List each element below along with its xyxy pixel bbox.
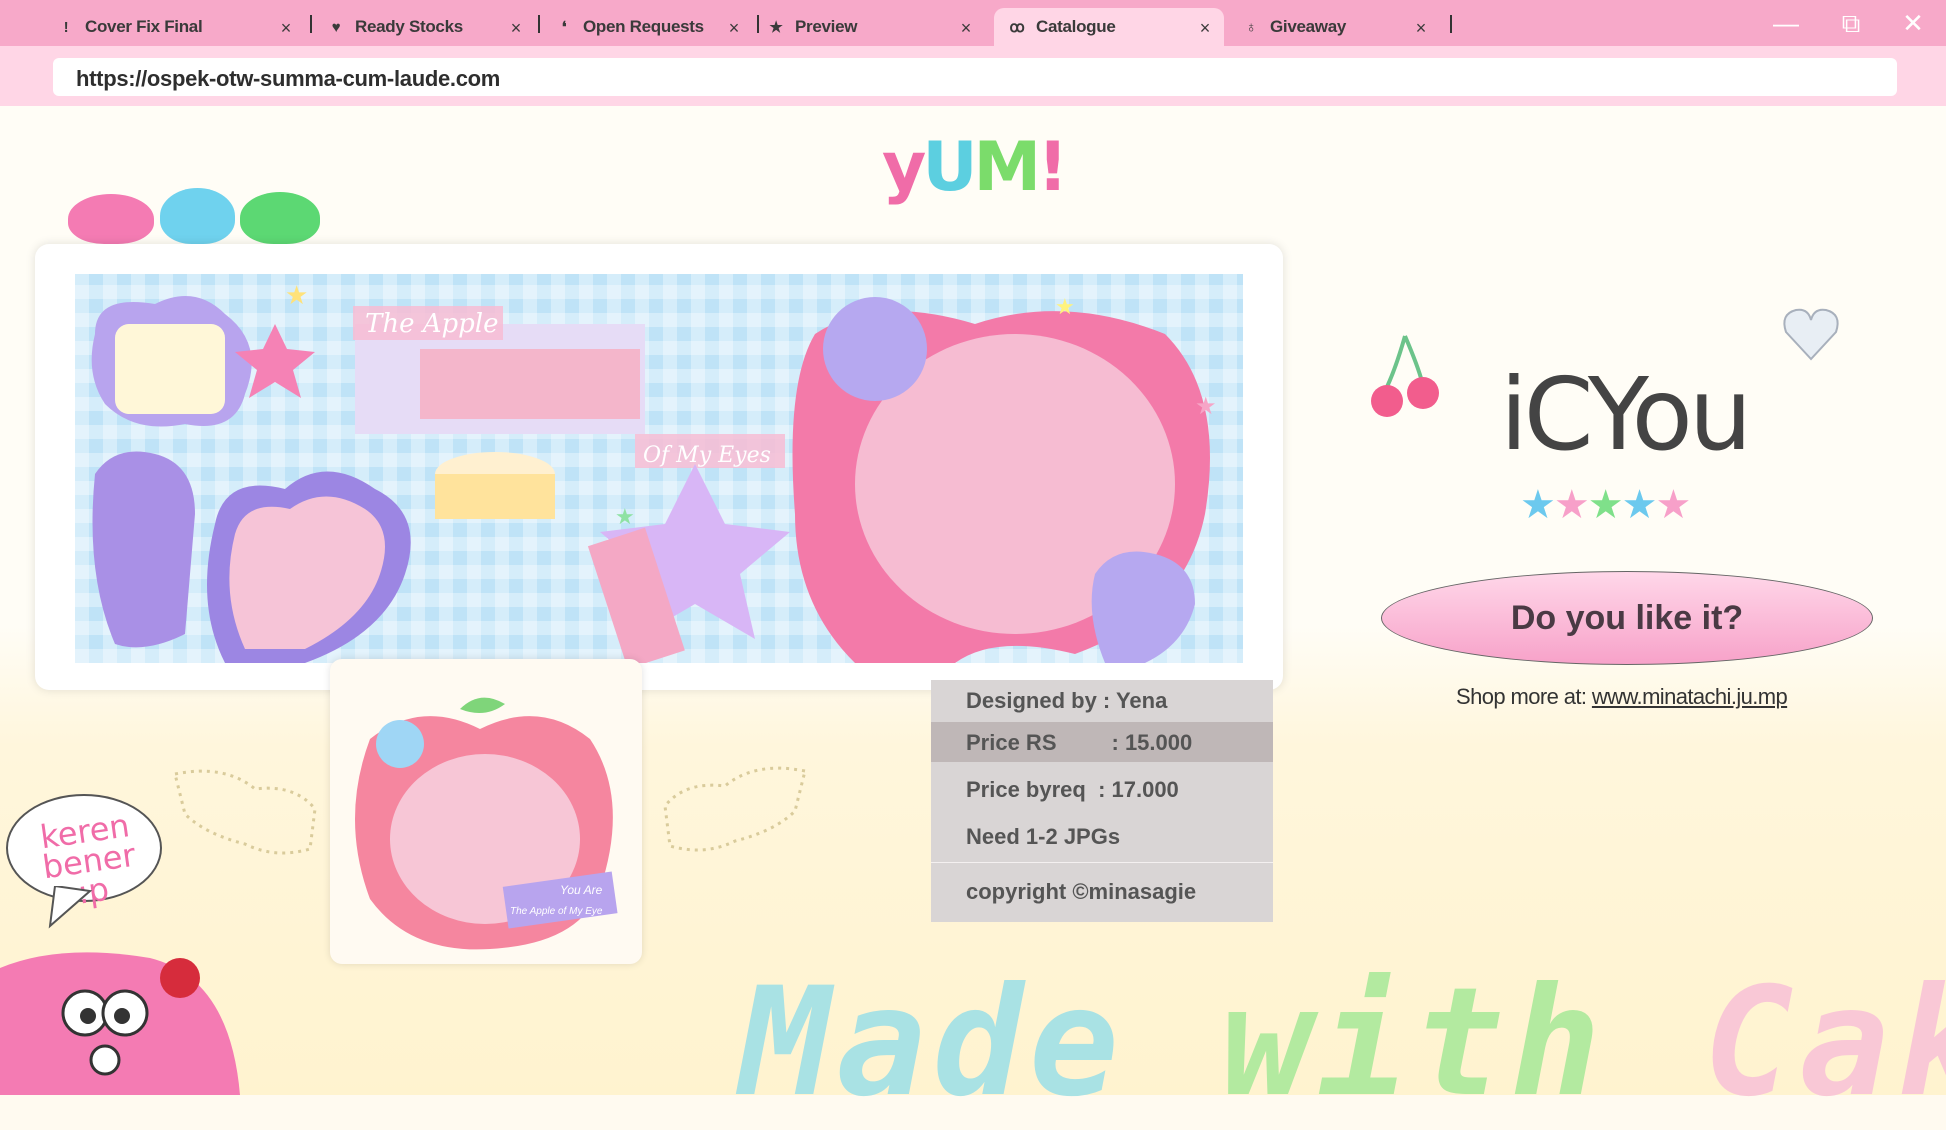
banner-image[interactable]: The Apple Of My Eyes ★ ★ ★ ★ bbox=[75, 274, 1243, 663]
gift-icon: ♁ bbox=[1245, 18, 1257, 36]
blue-slime-icon bbox=[160, 188, 235, 244]
address-bar-row: https://ospek-otw-summa-cum-laude.com bbox=[0, 46, 1946, 106]
yum-logo: yUM! bbox=[882, 128, 1068, 207]
tab-ready-stocks[interactable]: ♥ Ready Stocks × bbox=[325, 8, 535, 46]
star-sticker: ★ bbox=[1055, 294, 1075, 319]
tab-label: Giveaway bbox=[1270, 17, 1347, 36]
tab-label: Cover Fix Final bbox=[85, 17, 203, 36]
tab-giveaway[interactable]: ♁ Giveaway × bbox=[1240, 8, 1440, 46]
shop-prefix: Shop more at: bbox=[1456, 684, 1592, 709]
star-icon: ★ bbox=[1621, 483, 1658, 527]
price-rs: Price RS : 15.000 bbox=[966, 730, 1193, 755]
right-wing-icon bbox=[663, 766, 807, 852]
footer-word: with bbox=[1221, 956, 1704, 1130]
cherry-icon bbox=[1371, 335, 1439, 417]
star-icon: ★ bbox=[1587, 483, 1624, 527]
logo-letter: ! bbox=[1037, 128, 1068, 207]
quote-icon: ❛ bbox=[561, 19, 567, 36]
info-row: copyright ©minasagie bbox=[931, 871, 1273, 911]
close-window-icon[interactable]: ✕ bbox=[1893, 8, 1933, 39]
tab-separator bbox=[1450, 15, 1452, 33]
tab-separator bbox=[310, 15, 312, 33]
tab-cover-fix-final[interactable]: ! Cover Fix Final × bbox=[55, 8, 305, 46]
logo-letter: M bbox=[973, 128, 1042, 207]
cherry-icon: ꝏ bbox=[1009, 19, 1025, 36]
close-tab-icon[interactable]: × bbox=[1200, 18, 1211, 39]
leaf-icon bbox=[460, 697, 505, 713]
mascot-slime-icon bbox=[0, 952, 240, 1095]
shop-more-text: Shop more at: www.minatachi.ju.mp bbox=[1456, 684, 1788, 710]
heart-button-icon bbox=[1091, 551, 1195, 663]
diamond-heart-icon bbox=[1783, 308, 1839, 361]
bubble-tail bbox=[48, 886, 93, 929]
info-row: Designed by : Yena bbox=[931, 680, 1273, 720]
cake-body bbox=[435, 474, 555, 519]
exclamation-icon: ! bbox=[63, 18, 69, 36]
close-tab-icon[interactable]: × bbox=[729, 18, 740, 39]
close-tab-icon[interactable]: × bbox=[281, 18, 292, 39]
star-sticker: ★ bbox=[1195, 393, 1217, 420]
tab-separator bbox=[538, 15, 540, 33]
tab-open-requests[interactable]: ❛ Open Requests × bbox=[553, 8, 753, 46]
minimize-icon[interactable]: — bbox=[1766, 8, 1806, 39]
designed-by: Designed by : Yena bbox=[966, 688, 1168, 713]
flower-icon bbox=[376, 720, 424, 768]
close-tab-icon[interactable]: × bbox=[961, 18, 972, 39]
note-paper bbox=[115, 324, 225, 414]
tab-label: Preview bbox=[795, 17, 858, 36]
pink-slime-icon bbox=[68, 194, 154, 244]
tab-catalogue[interactable]: ꝏ Catalogue × bbox=[994, 8, 1224, 46]
price-byreq: Price byreq : 17.000 bbox=[966, 777, 1179, 802]
star-sticker: ★ bbox=[615, 504, 635, 529]
info-row: Need 1-2 JPGs bbox=[931, 816, 1273, 856]
left-wing-icon bbox=[173, 769, 317, 855]
heart-icon: ♥ bbox=[331, 18, 341, 36]
maximize-icon[interactable]: ⧉ bbox=[1831, 8, 1871, 40]
green-slime-icon bbox=[240, 192, 320, 244]
tab-label: Open Requests bbox=[583, 17, 704, 36]
address-bar[interactable]: https://ospek-otw-summa-cum-laude.com bbox=[53, 58, 1897, 96]
star-icon: ★ bbox=[769, 19, 783, 36]
info-row: Price RS : 15.000 bbox=[931, 722, 1273, 762]
logo-letter: y bbox=[882, 128, 926, 207]
button-icon bbox=[823, 297, 927, 401]
shop-link[interactable]: www.minatachi.ju.mp bbox=[1592, 684, 1788, 709]
banner-art: The Apple Of My Eyes ★ ★ ★ ★ bbox=[91, 280, 1217, 663]
tab-bar: ! Cover Fix Final × ♥ Ready Stocks × ❛ O… bbox=[0, 0, 1946, 46]
icon-preview-card[interactable]: You Are The Apple of My Eye bbox=[330, 659, 642, 964]
rating-stars: ★★★★★ bbox=[1520, 482, 1691, 528]
tab-label: Ready Stocks bbox=[355, 17, 463, 36]
logo-letter: U bbox=[922, 128, 977, 207]
star-sticker: ★ bbox=[285, 280, 308, 310]
heart-notebook bbox=[92, 451, 195, 648]
footer-word: Cak bbox=[1703, 956, 1946, 1130]
caption-text: The Apple of My Eye bbox=[510, 906, 603, 917]
page-content: yUM! The Apple Of My Eyes ★ ★ ★ ★ You Ar… bbox=[0, 106, 1946, 1130]
banner-title-1: The Apple bbox=[365, 309, 499, 339]
need-jpgs: Need 1-2 JPGs bbox=[966, 824, 1121, 849]
product-title: iCYou bbox=[1500, 356, 1752, 473]
like-button[interactable]: Do you like it? bbox=[1381, 571, 1873, 665]
close-tab-icon[interactable]: × bbox=[1416, 18, 1427, 39]
footer-word: Made bbox=[740, 956, 1222, 1130]
tab-label: Catalogue bbox=[1036, 17, 1116, 36]
product-info-table: Designed by : Yena Price RS : 15.000 Pri… bbox=[931, 680, 1273, 922]
tab-separator bbox=[757, 15, 759, 33]
info-row: Price byreq : 17.000 bbox=[931, 769, 1273, 809]
close-tab-icon[interactable]: × bbox=[511, 18, 522, 39]
star-icon: ★ bbox=[1655, 483, 1691, 527]
star-icon: ★ bbox=[1553, 483, 1590, 527]
caption-text: You Are bbox=[560, 883, 603, 897]
apple-icon-art: You Are The Apple of My Eye bbox=[355, 697, 618, 950]
divider bbox=[931, 862, 1273, 863]
banner-card: The Apple Of My Eyes ★ ★ ★ ★ bbox=[35, 244, 1283, 690]
url-text: https://ospek-otw-summa-cum-laude.com bbox=[76, 66, 501, 91]
star-icon: ★ bbox=[1520, 483, 1556, 527]
tab-preview[interactable]: ★ Preview × bbox=[765, 8, 985, 46]
made-with-footer: Made with Cak bbox=[740, 956, 1946, 1130]
copyright: copyright ©minasagie bbox=[966, 879, 1197, 904]
banner-title-2: Of My Eyes bbox=[643, 443, 771, 468]
eye-photo bbox=[420, 349, 640, 419]
